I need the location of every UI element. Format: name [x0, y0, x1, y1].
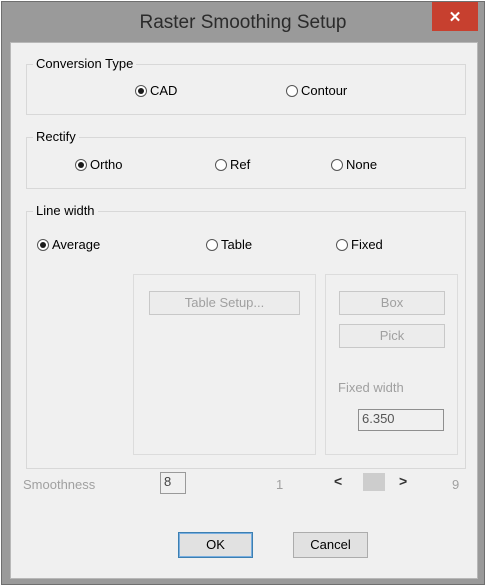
rectify-group: Rectify Ortho Ref None [26, 129, 466, 189]
chevron-right-icon[interactable]: > [399, 473, 407, 489]
pick-button[interactable]: Pick [339, 324, 445, 348]
radio-contour[interactable]: Contour [286, 83, 347, 99]
smoothness-min-label: 1 [276, 477, 284, 492]
box-button[interactable]: Box [339, 291, 445, 315]
smoothness-max-label: 9 [452, 477, 460, 492]
smoothness-label: Smoothness [23, 477, 96, 492]
radio-cad[interactable]: CAD [135, 83, 177, 99]
radio-ortho-label: Ortho [90, 157, 123, 172]
radio-table-label: Table [221, 237, 253, 252]
slider-thumb[interactable] [363, 473, 385, 491]
radio-ref-indicator[interactable] [215, 159, 227, 171]
line-width-label: Line width [33, 203, 98, 219]
radio-fixed[interactable]: Fixed [336, 237, 383, 253]
line-width-group: Line width Average Table Fixed Table Set… [26, 203, 466, 469]
conversion-type-label: Conversion Type [33, 56, 137, 72]
window-title: Raster Smoothing Setup [139, 12, 347, 33]
fixed-width-label: Fixed width [338, 380, 404, 395]
ok-button[interactable]: OK [178, 532, 253, 558]
radio-none-label: None [346, 157, 378, 172]
table-setup-button[interactable]: Table Setup... [149, 291, 300, 315]
conversion-type-group: Conversion Type CAD Contour [26, 56, 466, 115]
fixed-width-input[interactable]: 6.350 [358, 409, 444, 431]
smoothness-value[interactable]: 8 [160, 472, 186, 494]
table-setup-panel: Table Setup... [133, 274, 316, 455]
radio-fixed-label: Fixed [351, 237, 383, 252]
title-bar[interactable]: Raster Smoothing Setup ✕ [2, 2, 484, 42]
dialog-body: Conversion Type CAD Contour Rectify Orth… [10, 42, 478, 579]
radio-fixed-indicator[interactable] [336, 239, 348, 251]
radio-none[interactable]: None [331, 157, 377, 173]
radio-table[interactable]: Table [206, 237, 252, 253]
radio-contour-indicator[interactable] [286, 85, 298, 97]
radio-average[interactable]: Average [37, 237, 100, 253]
radio-table-indicator[interactable] [206, 239, 218, 251]
close-icon: ✕ [448, 8, 462, 26]
smoothness-slider[interactable]: < > [333, 471, 433, 493]
radio-none-indicator[interactable] [331, 159, 343, 171]
radio-cad-label: CAD [150, 83, 178, 98]
radio-cad-indicator[interactable] [135, 85, 147, 97]
fixed-width-panel: Box Pick Fixed width 6.350 [325, 274, 458, 455]
close-button[interactable]: ✕ [432, 2, 478, 31]
rectify-label: Rectify [33, 129, 79, 145]
radio-ortho[interactable]: Ortho [75, 157, 123, 173]
radio-contour-label: Contour [301, 83, 348, 98]
radio-ref-label: Ref [230, 157, 251, 172]
radio-average-label: Average [52, 237, 101, 252]
radio-ref[interactable]: Ref [215, 157, 250, 173]
chevron-left-icon[interactable]: < [334, 473, 342, 489]
radio-average-indicator[interactable] [37, 239, 49, 251]
dialog-window: Raster Smoothing Setup ✕ Conversion Type… [1, 1, 485, 585]
cancel-button[interactable]: Cancel [293, 532, 368, 558]
radio-ortho-indicator[interactable] [75, 159, 87, 171]
